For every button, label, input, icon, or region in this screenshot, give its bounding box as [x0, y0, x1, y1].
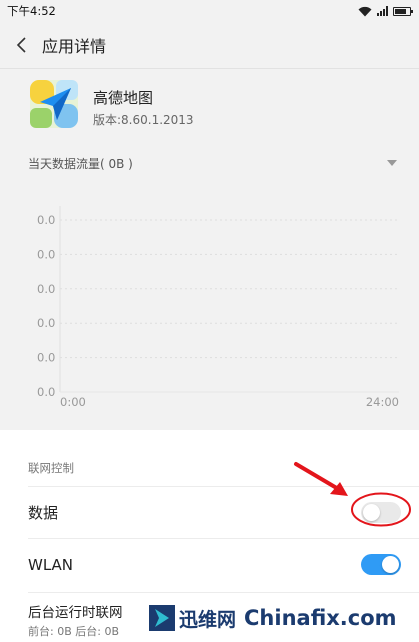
toggle-knob: [382, 556, 399, 573]
wlan-toggle[interactable]: [361, 554, 401, 575]
background-network-usage: 前台: 0B 后台: 0B: [28, 625, 119, 638]
watermark: 迅维网 Chinafix.com: [143, 599, 415, 637]
app-version: 版本:8.60.1.2013: [93, 113, 194, 127]
signal-icon: [377, 6, 388, 16]
watermark-logo-icon: [149, 605, 175, 631]
section-header: 联网控制: [28, 461, 74, 475]
annotation-arrow: [294, 462, 348, 496]
dropdown-triangle-icon: [387, 160, 397, 166]
traffic-selector[interactable]: 当天数据流量( 0B ): [0, 143, 419, 183]
status-bar: 下午4:52: [0, 0, 419, 22]
chart-y-tick-label: 0.0: [37, 385, 55, 399]
watermark-brand-cn: 迅维网: [179, 608, 237, 631]
chart-y-tick-label: 0.0: [37, 282, 55, 296]
chart-y-tick-label: 0.0: [37, 316, 55, 330]
status-icons: [358, 6, 413, 17]
wlan-label: WLAN: [28, 556, 74, 574]
amap-app-icon: [30, 80, 78, 128]
watermark-brand-en: Chinafix.com: [244, 606, 397, 630]
background-network-title[interactable]: 后台运行时联网: [28, 601, 123, 621]
page-title: 应用详情: [42, 37, 107, 56]
data-label: 数据: [28, 503, 59, 522]
wifi-icon: [358, 6, 372, 16]
row-divider: [28, 592, 419, 593]
chart-y-tick-label: 0.0: [37, 213, 55, 227]
battery-icon: [393, 6, 413, 16]
traffic-selector-label: 当天数据流量( 0B ): [28, 156, 133, 171]
app-name: 高德地图: [93, 89, 154, 107]
wlan-row[interactable]: WLAN: [0, 539, 419, 591]
chart-y-tick-label: 0.0: [37, 247, 55, 261]
title-bar: 应用详情: [0, 22, 419, 68]
chart-x-tick-label: 0:00: [60, 395, 86, 409]
annotation-ellipse: [351, 492, 411, 527]
chevron-left-icon[interactable]: [2, 22, 42, 68]
app-info: 高德地图 版本:8.60.1.2013: [0, 69, 419, 143]
chart-svg: 0.0 0.0 0.0 0.0 0.0 0.0 0:00 24:00: [37, 206, 399, 409]
chart-x-tick-label: 24:00: [366, 395, 399, 409]
chart-y-tick-label: 0.0: [37, 351, 55, 365]
traffic-chart: 0.0 0.0 0.0 0.0 0.0 0.0 0:00 24:00: [0, 183, 419, 426]
status-time: 下午4:52: [7, 4, 56, 18]
